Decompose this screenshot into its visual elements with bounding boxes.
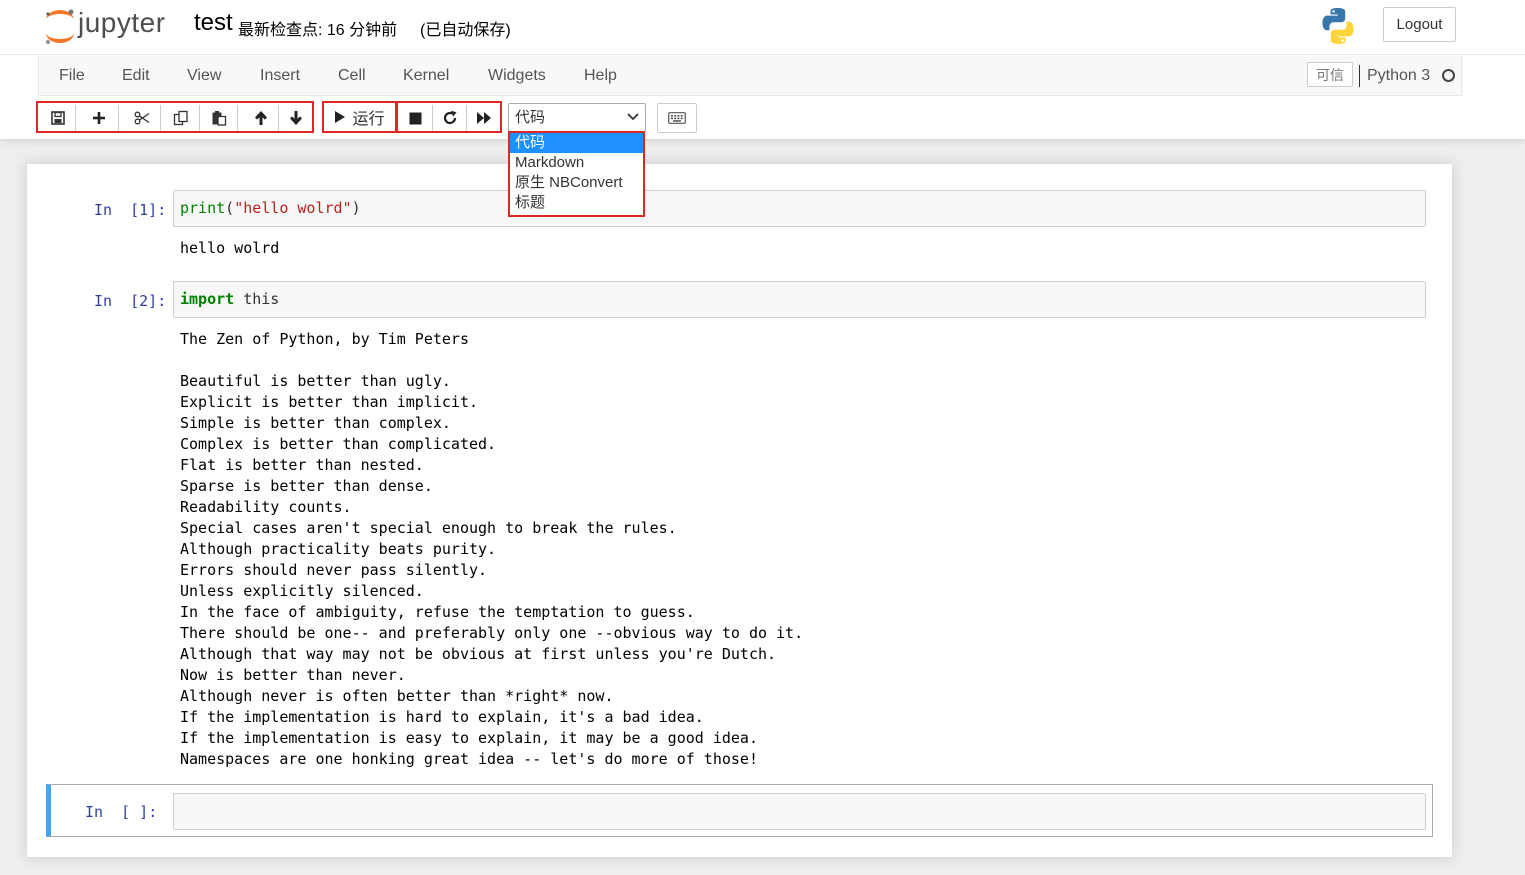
menu-view[interactable]: View xyxy=(187,56,221,96)
cell-type-option-code[interactable]: 代码 xyxy=(510,133,643,153)
save-button[interactable] xyxy=(40,105,76,131)
cell-type-dropdown: 代码 Markdown 原生 NBConvert 标题 xyxy=(508,131,645,217)
jupyter-logo[interactable]: jupyter xyxy=(42,6,182,46)
code-keyword: import xyxy=(180,290,235,308)
stop-icon xyxy=(409,112,422,124)
save-icon xyxy=(50,111,65,125)
notebook-container: In [1]: print("hello wolrd") hello wolrd… xyxy=(27,164,1452,857)
insert-cell-button[interactable] xyxy=(79,105,119,131)
copy-button[interactable] xyxy=(162,105,200,131)
cell-2-output: The Zen of Python, by Tim Peters Beautif… xyxy=(180,330,804,768)
scissors-icon xyxy=(134,111,149,125)
menubar: File Edit View Insert Cell Kernel Widget… xyxy=(38,56,1462,96)
paste-icon xyxy=(212,111,226,126)
logout-button[interactable]: Logout xyxy=(1383,7,1456,42)
arrow-up-icon xyxy=(254,111,267,125)
menu-help[interactable]: Help xyxy=(584,56,617,96)
autosave-status: (已自动保存) xyxy=(420,22,511,39)
menu-edit[interactable]: Edit xyxy=(122,56,150,96)
menu-widgets[interactable]: Widgets xyxy=(488,56,546,96)
move-up-button[interactable] xyxy=(243,105,279,131)
restart-run-all-button[interactable] xyxy=(467,105,500,131)
toolbar-kernel-group xyxy=(396,101,502,133)
cell-1-input[interactable]: print("hello wolrd") xyxy=(173,190,1426,227)
kernel-name[interactable]: Python 3 xyxy=(1367,56,1430,96)
menu-kernel[interactable]: Kernel xyxy=(403,56,449,96)
kernel-idle-icon xyxy=(1442,69,1455,82)
cell-2-prompt: In [2]: xyxy=(94,292,167,310)
command-palette-button[interactable] xyxy=(657,103,697,133)
menu-insert[interactable]: Insert xyxy=(260,56,300,96)
cell-1-output: hello wolrd xyxy=(180,239,280,257)
run-button[interactable]: 运行 xyxy=(322,101,397,133)
menu-cell[interactable]: Cell xyxy=(338,56,366,96)
toolbar-main-group xyxy=(36,101,314,133)
kernel-separator xyxy=(1359,65,1360,87)
code-builtin: print xyxy=(180,199,226,217)
cell-type-selected-value: 代码 xyxy=(515,109,546,126)
cell-type-select[interactable]: 代码 xyxy=(508,103,646,132)
jupyter-wordmark: jupyter xyxy=(78,7,166,38)
jupyter-logo-icon xyxy=(45,9,74,45)
code-paren: ) xyxy=(351,199,361,217)
arrow-down-icon xyxy=(289,111,302,125)
plus-icon xyxy=(92,112,105,124)
cell-2-input[interactable]: import this xyxy=(173,281,1426,318)
restart-icon xyxy=(443,110,456,125)
play-icon xyxy=(335,111,346,123)
cell-type-option-markdown[interactable]: Markdown xyxy=(510,153,643,173)
keyboard-icon xyxy=(668,112,686,124)
cell-type-option-raw[interactable]: 原生 NBConvert xyxy=(510,173,643,193)
cell-1-prompt: In [1]: xyxy=(94,201,167,219)
notebook-name[interactable]: test xyxy=(194,9,233,37)
python-logo-icon xyxy=(1322,8,1354,44)
move-down-button[interactable] xyxy=(279,105,312,131)
cell-3-prompt: In [ ]: xyxy=(85,803,158,821)
top-bar: jupyter test 最新检查点: 16 分钟前 (已自动保存) Logou… xyxy=(0,0,1525,55)
interrupt-kernel-button[interactable] xyxy=(399,105,433,131)
chevron-down-icon xyxy=(627,113,639,121)
code-module: this xyxy=(234,290,280,308)
restart-kernel-button[interactable] xyxy=(433,105,467,131)
code-paren: ( xyxy=(225,199,235,217)
cut-button[interactable] xyxy=(123,105,161,131)
fast-forward-icon xyxy=(476,112,491,124)
code-string: "hello wolrd" xyxy=(234,199,352,217)
trusted-indicator[interactable]: 可信 xyxy=(1307,62,1353,87)
run-button-label: 运行 xyxy=(352,111,385,128)
menu-file[interactable]: File xyxy=(59,56,85,96)
cell-3-input[interactable] xyxy=(173,793,1426,830)
cell-type-option-heading[interactable]: 标题 xyxy=(510,193,643,213)
paste-button[interactable] xyxy=(200,105,238,131)
copy-icon xyxy=(173,110,188,126)
notebook-header: jupyter test 最新检查点: 16 分钟前 (已自动保存) Logou… xyxy=(0,0,1525,139)
checkpoint-status: 最新检查点: 16 分钟前 xyxy=(238,22,398,39)
